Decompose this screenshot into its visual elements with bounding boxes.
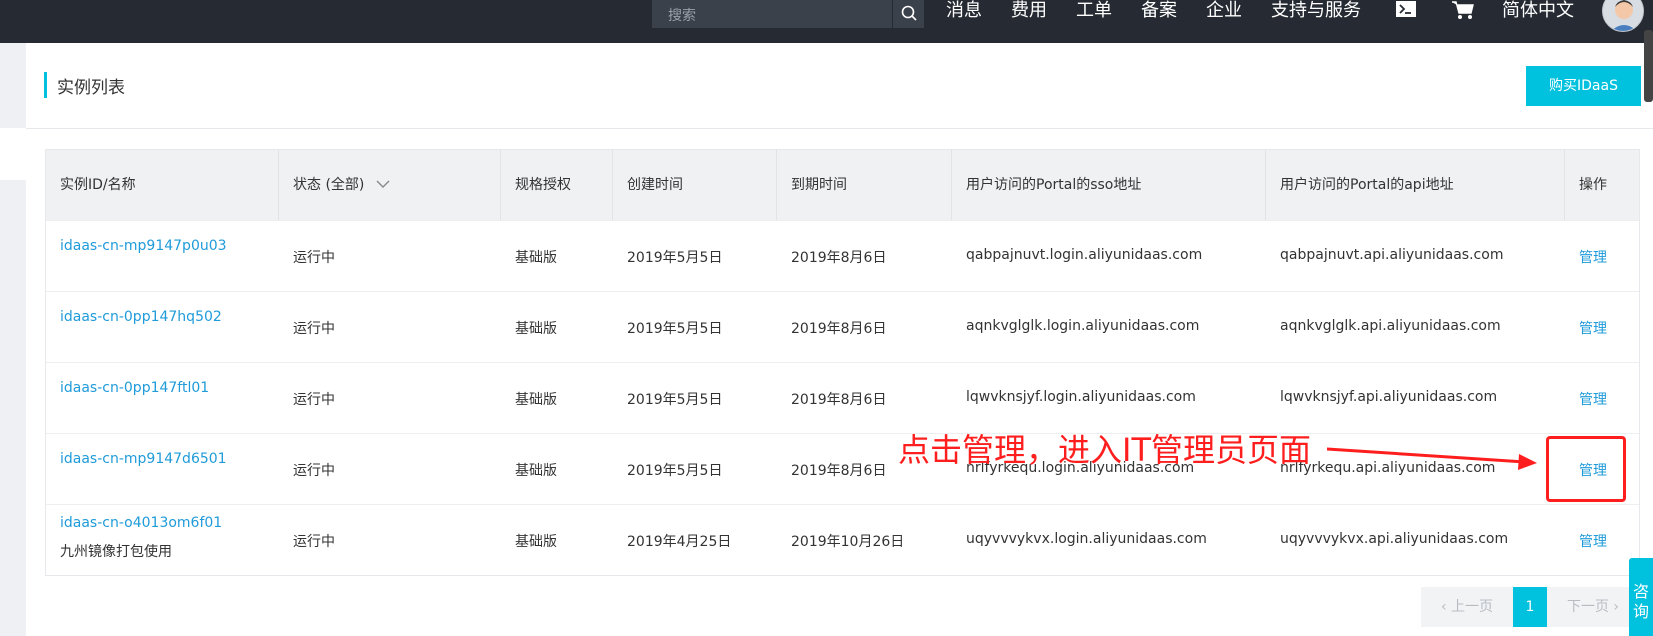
spec-cell: 基础版 — [515, 534, 557, 550]
chevron-right-icon: › — [1613, 599, 1620, 615]
table-row: idaas-cn-0pp147ftl01 运行中 基础版 2019年5月5日 2… — [46, 362, 1639, 433]
status-cell: 运行中 — [293, 250, 335, 266]
avatar[interactable] — [1602, 0, 1644, 32]
consult-button[interactable]: 咨询 — [1629, 558, 1653, 636]
api-url-cell: aqnkvglglk.api.aliyunidaas.com — [1280, 318, 1501, 334]
top-navigation-bar: 搜索 消息 费用 工单 备案 企业 支持与服务 简体中文 — [0, 0, 1653, 102]
api-url-cell: lqwvknsjyf.api.aliyunidaas.com — [1280, 389, 1498, 405]
sso-url-cell: uqyvvvykvx.login.aliyunidaas.com — [966, 531, 1207, 547]
sso-url-cell: lqwvknsjyf.login.aliyunidaas.com — [966, 389, 1196, 405]
manage-link[interactable]: 管理 — [1579, 389, 1607, 409]
chevron-down-icon — [376, 180, 390, 188]
search-input[interactable]: 搜索 — [668, 5, 696, 25]
search-box[interactable]: 搜索 — [652, 0, 924, 28]
buy-idaas-button[interactable]: 购买IDaaS — [1526, 66, 1641, 106]
column-header-status-label: 状态 (全部) — [293, 177, 365, 193]
table-row: idaas-cn-mp9147p0u03 运行中 基础版 2019年5月5日 2… — [46, 220, 1639, 291]
sso-url-cell: aqnkvglglk.login.aliyunidaas.com — [966, 318, 1200, 334]
expires-cell: 2019年8月6日 — [791, 321, 887, 337]
annotation-highlight-box — [1546, 436, 1626, 502]
expires-cell: 2019年8月6日 — [791, 250, 887, 266]
nav-messages[interactable]: 消息 — [946, 0, 982, 24]
column-header-expires: 到期时间 — [777, 150, 952, 220]
manage-link[interactable]: 管理 — [1579, 531, 1607, 551]
instance-id-link[interactable]: idaas-cn-mp9147d6501 — [60, 451, 227, 467]
expires-cell: 2019年8月6日 — [791, 463, 887, 479]
divider — [26, 128, 1653, 129]
instance-id-link[interactable]: idaas-cn-0pp147ftl01 — [60, 380, 209, 396]
expires-cell: 2019年10月26日 — [791, 534, 905, 550]
status-cell: 运行中 — [293, 392, 335, 408]
table-row: idaas-cn-o4013om6f01 九州镜像打包使用 运行中 基础版 20… — [46, 504, 1639, 575]
manage-link[interactable]: 管理 — [1579, 318, 1607, 338]
title-accent-bar — [44, 72, 47, 98]
column-header-status[interactable]: 状态 (全部) — [279, 150, 501, 220]
sso-url-cell: qabpajnuvt.login.aliyunidaas.com — [966, 247, 1203, 263]
annotation-text: 点击管理，进入IT管理员页面 — [898, 431, 1311, 469]
pagination-next[interactable]: 下一页 › — [1547, 587, 1639, 627]
sidebar-gutter — [0, 43, 26, 128]
sidebar-gutter-lower — [0, 180, 26, 636]
search-button[interactable] — [892, 0, 924, 28]
created-cell: 2019年5月5日 — [627, 321, 723, 337]
avatar-icon — [1611, 0, 1637, 31]
search-icon — [901, 5, 917, 21]
status-cell: 运行中 — [293, 463, 335, 479]
nav-icp-filing[interactable]: 备案 — [1141, 0, 1177, 24]
created-cell: 2019年4月25日 — [627, 534, 732, 550]
instance-table: 实例ID/名称 状态 (全部) 规格授权 创建时间 到期时间 用户访问的Port… — [45, 149, 1640, 576]
nav-enterprise[interactable]: 企业 — [1206, 0, 1242, 24]
created-cell: 2019年5月5日 — [627, 392, 723, 408]
spec-cell: 基础版 — [515, 321, 557, 337]
manage-link[interactable]: 管理 — [1579, 247, 1607, 267]
spec-cell: 基础版 — [515, 463, 557, 479]
nav-tickets[interactable]: 工单 — [1076, 0, 1112, 24]
scrollbar-handle[interactable] — [1644, 30, 1653, 102]
terminal-icon[interactable] — [1395, 0, 1419, 20]
column-header-api: 用户访问的Portal的api地址 — [1266, 150, 1565, 220]
spec-cell: 基础版 — [515, 250, 557, 266]
table-row: idaas-cn-0pp147hq502 运行中 基础版 2019年5月5日 2… — [46, 291, 1639, 362]
api-url-cell: uqyvvvykvx.api.aliyunidaas.com — [1280, 531, 1509, 547]
table-header: 实例ID/名称 状态 (全部) 规格授权 创建时间 到期时间 用户访问的Port… — [46, 150, 1639, 220]
cart-icon[interactable] — [1451, 0, 1475, 22]
pagination-prev[interactable]: ‹ 上一页 — [1421, 587, 1513, 627]
language-switcher[interactable]: 简体中文 — [1502, 0, 1574, 24]
status-cell: 运行中 — [293, 321, 335, 337]
expires-cell: 2019年8月6日 — [791, 392, 887, 408]
instance-id-link[interactable]: idaas-cn-0pp147hq502 — [60, 309, 222, 325]
column-header-id: 实例ID/名称 — [46, 150, 279, 220]
column-header-created: 创建时间 — [613, 150, 777, 220]
created-cell: 2019年5月5日 — [627, 250, 723, 266]
column-header-spec: 规格授权 — [501, 150, 613, 220]
nav-billing[interactable]: 费用 — [1011, 0, 1047, 24]
created-cell: 2019年5月5日 — [627, 463, 723, 479]
pagination-prev-label: 上一页 — [1451, 599, 1494, 615]
pagination-current-page[interactable]: 1 — [1513, 587, 1547, 627]
page-title: 实例列表 — [57, 78, 125, 98]
instance-id-link[interactable]: idaas-cn-mp9147p0u03 — [60, 238, 227, 254]
annotation-arrow-icon — [1326, 447, 1537, 470]
chevron-left-icon: ‹ — [1440, 599, 1447, 615]
column-header-action: 操作 — [1579, 177, 1607, 193]
nav-support[interactable]: 支持与服务 — [1271, 0, 1361, 24]
spec-cell: 基础版 — [515, 392, 557, 408]
instance-id-link[interactable]: idaas-cn-o4013om6f01 — [60, 515, 222, 531]
api-url-cell: qabpajnuvt.api.aliyunidaas.com — [1280, 247, 1504, 263]
status-cell: 运行中 — [293, 534, 335, 550]
instance-name: 九州镜像打包使用 — [60, 544, 172, 560]
pagination-next-label: 下一页 — [1566, 599, 1609, 615]
column-header-sso: 用户访问的Portal的sso地址 — [952, 150, 1266, 220]
